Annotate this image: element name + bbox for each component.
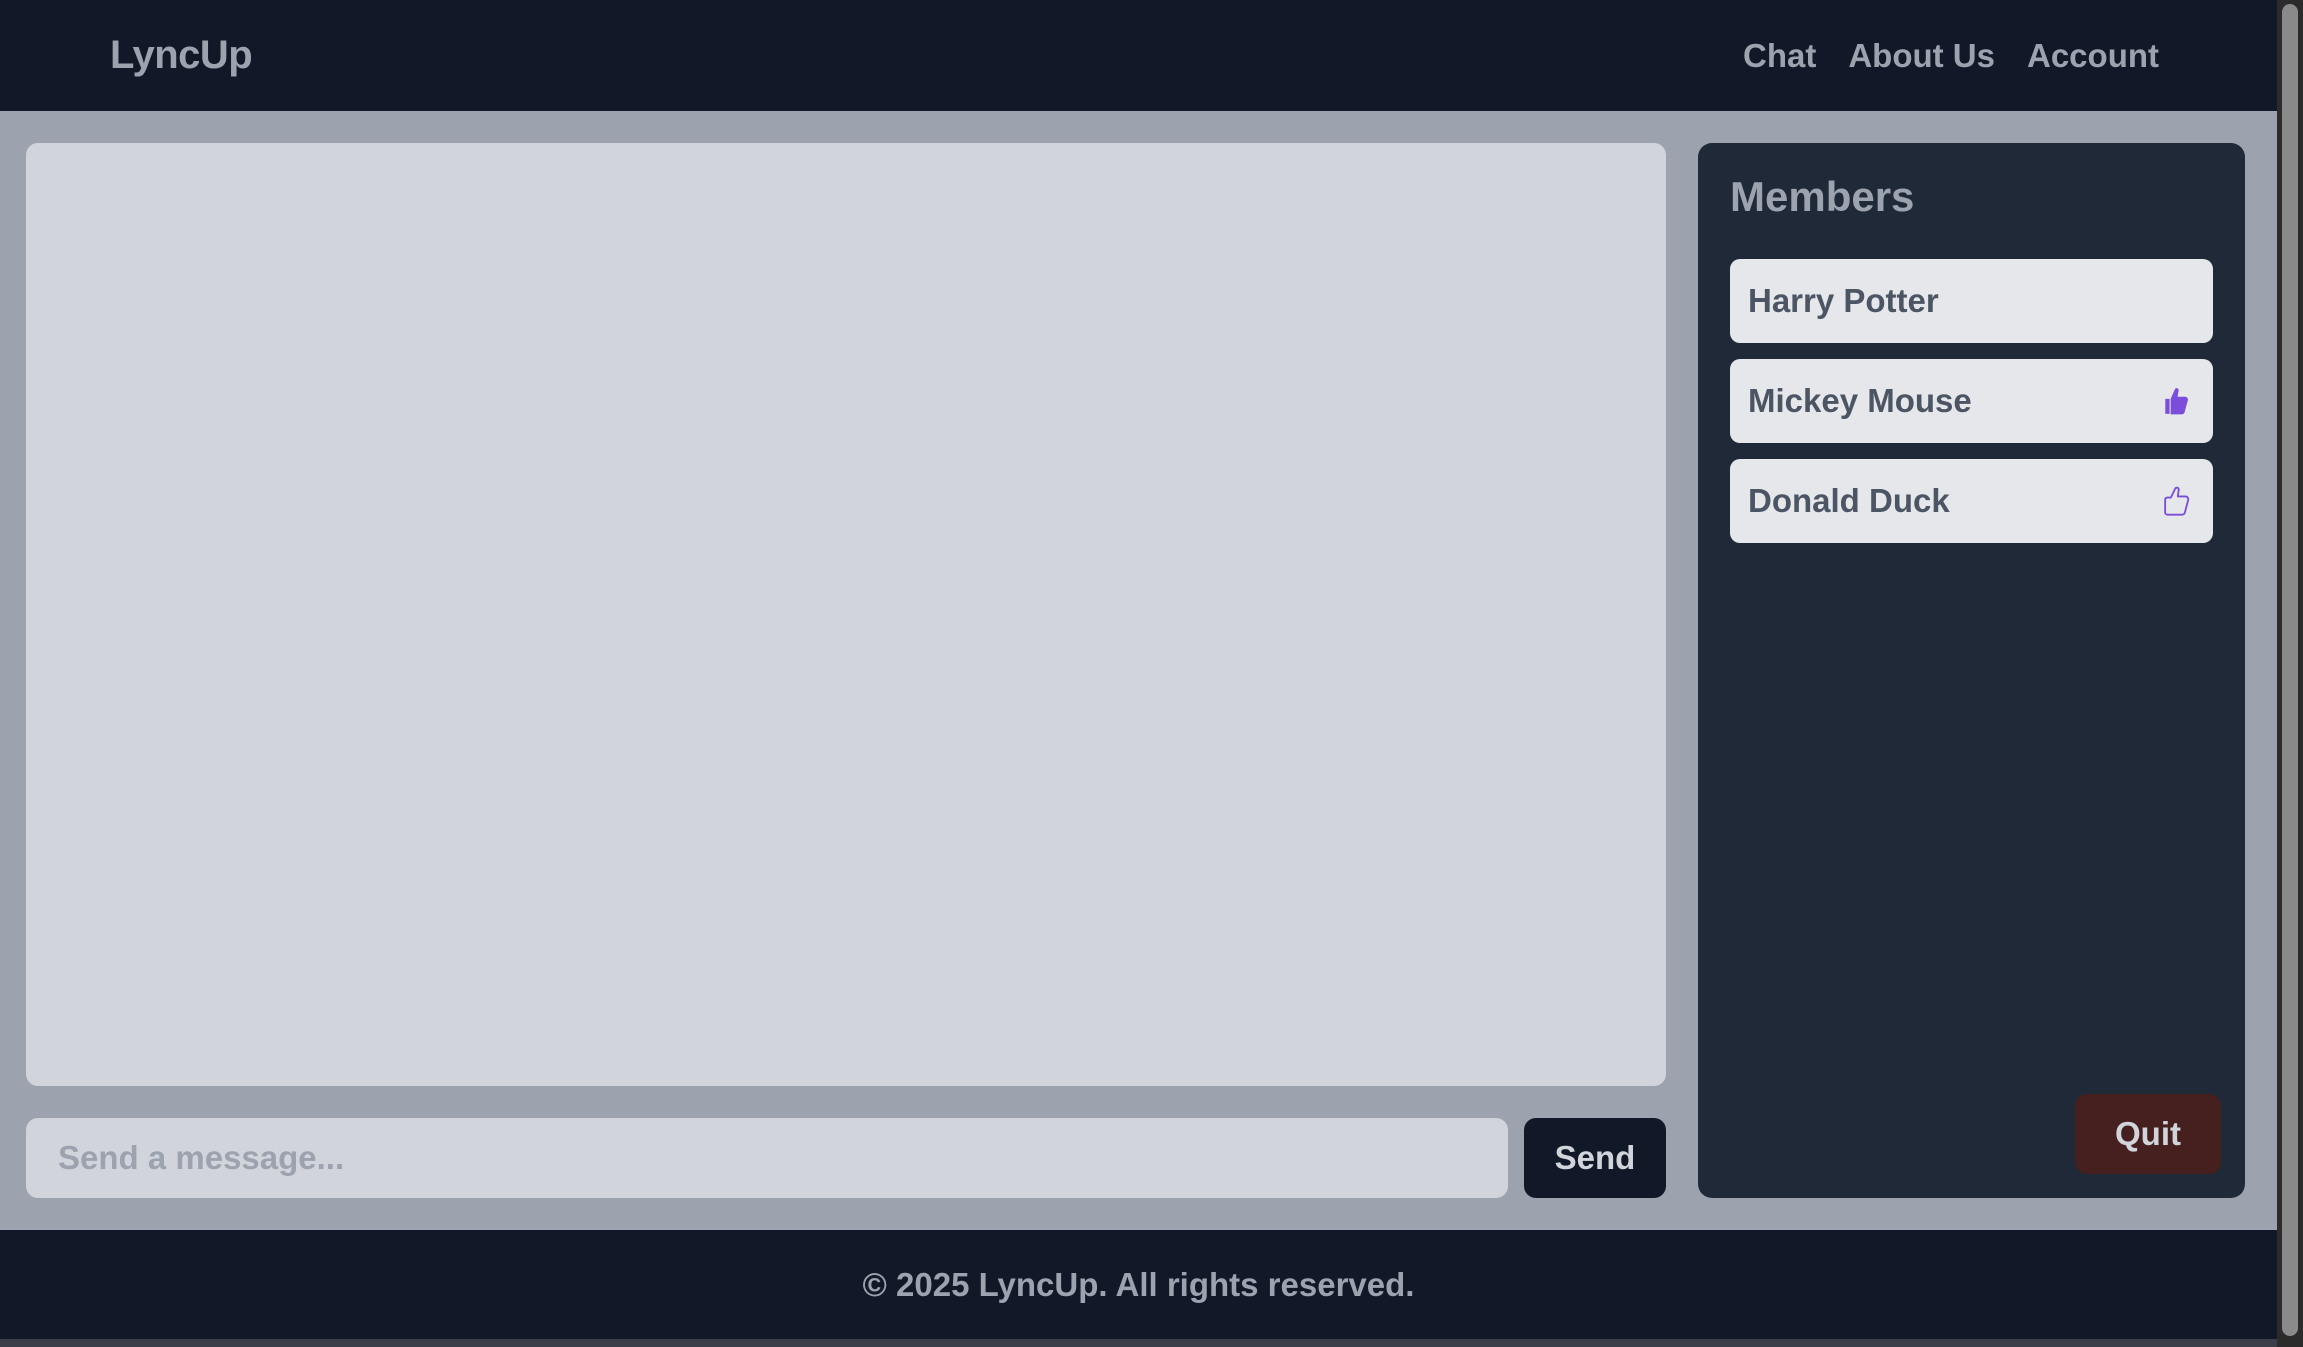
member-item[interactable]: Mickey Mouse (1730, 359, 2213, 443)
member-item[interactable]: Harry Potter (1730, 259, 2213, 343)
member-name: Donald Duck (1748, 482, 1950, 519)
members-panel: Members Harry Potter Mickey Mouse Donald (1698, 143, 2245, 1198)
brand-logo[interactable]: LyncUp (110, 33, 253, 78)
window-bottom-edge (0, 1339, 2277, 1347)
main-content: Send Members Harry Potter Mickey Mouse (0, 111, 2277, 1230)
thumbs-up-filled-icon[interactable] (2161, 384, 2191, 418)
chat-column: Send (26, 143, 1666, 1198)
quit-button[interactable]: Quit (2075, 1094, 2221, 1174)
member-item[interactable]: Donald Duck (1730, 459, 2213, 543)
app-window: LyncUp Chat About Us Account Send Member… (0, 0, 2277, 1339)
footer-copyright: © 2025 LyncUp. All rights reserved. (862, 1265, 1415, 1303)
member-name: Harry Potter (1748, 282, 1939, 319)
message-input[interactable] (26, 1118, 1508, 1198)
thumbs-up-outline-icon[interactable] (2161, 484, 2191, 518)
nav-links: Chat About Us Account (1743, 37, 2159, 75)
message-composer: Send (26, 1118, 1666, 1198)
navbar: LyncUp Chat About Us Account (0, 0, 2277, 111)
footer: © 2025 LyncUp. All rights reserved. (0, 1230, 2277, 1339)
nav-link-about-us[interactable]: About Us (1848, 37, 1995, 75)
vertical-scrollbar[interactable] (2277, 0, 2303, 1347)
members-title: Members (1730, 173, 1915, 220)
nav-link-account[interactable]: Account (2027, 37, 2159, 75)
member-name: Mickey Mouse (1748, 382, 1972, 419)
chat-messages-area[interactable] (26, 143, 1666, 1086)
member-list: Harry Potter Mickey Mouse Donald Duck (1730, 259, 2213, 543)
nav-link-chat[interactable]: Chat (1743, 37, 1816, 75)
send-button[interactable]: Send (1524, 1118, 1666, 1198)
scrollbar-thumb[interactable] (2282, 4, 2298, 1336)
